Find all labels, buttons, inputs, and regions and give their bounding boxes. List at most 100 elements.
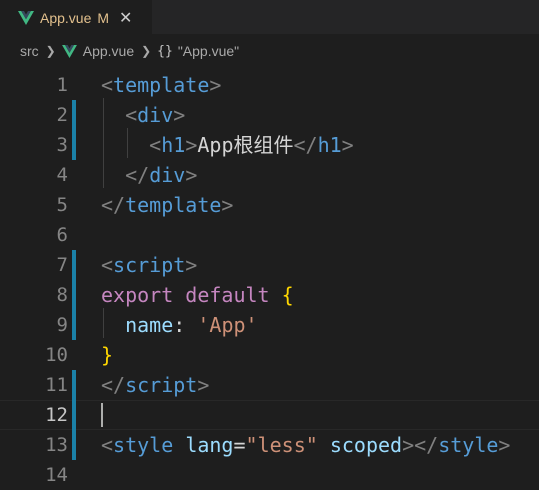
code-line[interactable]: 5 </template> bbox=[0, 190, 539, 220]
tab-title: App.vue bbox=[40, 10, 92, 26]
code-text: <style lang="less" scoped></style> bbox=[101, 430, 510, 460]
code-token: < bbox=[101, 253, 114, 277]
git-change-marker[interactable] bbox=[72, 370, 76, 400]
breadcrumb: src ❯ App.vue ❯ {} "App.vue" bbox=[0, 34, 539, 68]
vue-icon bbox=[18, 11, 34, 25]
line-number: 13 bbox=[45, 434, 68, 456]
code-token: > bbox=[197, 373, 210, 397]
line-number: 9 bbox=[56, 314, 68, 336]
line-number: 11 bbox=[45, 374, 68, 396]
code-token: > bbox=[173, 103, 186, 127]
code-line[interactable]: 2 <div> bbox=[0, 100, 539, 130]
vue-icon bbox=[61, 44, 77, 58]
git-change-marker[interactable] bbox=[72, 430, 76, 460]
code-text: </script> bbox=[101, 370, 209, 400]
code-text: <h1>App根组件</h1> bbox=[101, 130, 354, 160]
git-change-marker[interactable] bbox=[72, 280, 76, 310]
code-token: </ bbox=[101, 193, 126, 217]
line-number: 5 bbox=[56, 194, 68, 216]
code-token: script bbox=[125, 373, 198, 397]
code-text: } bbox=[101, 340, 113, 370]
code-token: template bbox=[113, 73, 210, 97]
line-number: 6 bbox=[56, 224, 68, 246]
code-text: </div> bbox=[101, 160, 197, 190]
code-text: <template> bbox=[101, 70, 221, 100]
code-token: div bbox=[149, 163, 186, 187]
code-line[interactable]: 4 </div> bbox=[0, 160, 539, 190]
code-line[interactable]: 1 <template> bbox=[0, 70, 539, 100]
code-text: export default { bbox=[101, 280, 294, 310]
line-number: 3 bbox=[56, 134, 68, 156]
line-number: 2 bbox=[56, 104, 68, 126]
breadcrumb-folder[interactable]: src bbox=[20, 43, 39, 59]
code-token: scoped bbox=[329, 433, 403, 457]
code-token: } bbox=[101, 343, 114, 367]
code-line[interactable]: 8 export default { bbox=[0, 280, 539, 310]
code-line[interactable]: 7 <script> bbox=[0, 250, 539, 280]
code-line[interactable]: 14 bbox=[0, 460, 539, 490]
code-line[interactable]: 11 </script> bbox=[0, 370, 539, 400]
tab-bar: App.vue M ✕ bbox=[0, 0, 539, 35]
line-number: 7 bbox=[56, 254, 68, 276]
code-token: > bbox=[341, 133, 354, 157]
code-token: > bbox=[498, 433, 511, 457]
git-change-marker[interactable] bbox=[72, 310, 76, 340]
code-line[interactable]: 12 bbox=[0, 400, 539, 430]
git-change-marker[interactable] bbox=[72, 100, 76, 130]
code-token: h1 bbox=[161, 133, 186, 157]
code-token: App根组件 bbox=[197, 133, 294, 157]
code-line[interactable]: 6 bbox=[0, 220, 539, 250]
line-number: 14 bbox=[45, 464, 68, 486]
code-token: > bbox=[209, 73, 222, 97]
code-token: > bbox=[185, 253, 198, 277]
line-number: 4 bbox=[56, 164, 68, 186]
code-line[interactable]: 10} bbox=[0, 340, 539, 370]
breadcrumb-symbol-label: "App.vue" bbox=[177, 43, 240, 59]
line-number: 12 bbox=[45, 404, 68, 426]
code-editor[interactable]: 1 <template> 2 <div> 3 <h1>App根组件</h1> 4 </d… bbox=[0, 68, 539, 486]
git-change-marker[interactable] bbox=[72, 130, 76, 160]
modified-badge: M bbox=[97, 10, 110, 26]
code-token: > bbox=[185, 163, 198, 187]
close-icon[interactable]: ✕ bbox=[119, 10, 132, 26]
git-change-marker[interactable] bbox=[72, 400, 76, 430]
code-token: lang bbox=[185, 433, 234, 457]
code-token: "less" bbox=[245, 433, 318, 457]
tab-app-vue[interactable]: App.vue M ✕ bbox=[0, 0, 152, 35]
line-number: 10 bbox=[45, 344, 68, 366]
code-token: </ bbox=[125, 163, 150, 187]
code-token: h1 bbox=[317, 133, 342, 157]
chevron-right-icon: ❯ bbox=[45, 44, 56, 58]
code-line[interactable]: 3 <h1>App根组件</h1> bbox=[0, 130, 539, 160]
code-token: style bbox=[113, 433, 174, 457]
code-text: </template> bbox=[101, 190, 233, 220]
code-token: < bbox=[149, 133, 162, 157]
code-token: div bbox=[137, 103, 174, 127]
code-token: < bbox=[125, 103, 138, 127]
code-line[interactable]: 9 name: 'App' bbox=[0, 310, 539, 340]
code-token: name bbox=[125, 313, 174, 337]
code-token: : bbox=[173, 313, 198, 337]
code-text: <div> bbox=[101, 100, 185, 130]
code-text: <script> bbox=[101, 250, 197, 280]
breadcrumb-symbol[interactable]: {} "App.vue" bbox=[157, 43, 239, 59]
code-line[interactable]: 13 <style lang="less" scoped></style> bbox=[0, 430, 539, 460]
code-token: script bbox=[113, 253, 186, 277]
code-token: ></ bbox=[402, 433, 439, 457]
text-cursor bbox=[101, 403, 103, 427]
git-change-marker[interactable] bbox=[72, 250, 76, 280]
breadcrumb-file[interactable]: App.vue bbox=[61, 43, 135, 59]
braces-icon: {} bbox=[157, 43, 173, 59]
line-number: 1 bbox=[56, 74, 68, 96]
breadcrumb-file-label: App.vue bbox=[82, 43, 135, 59]
code-token: < bbox=[101, 433, 114, 457]
code-token: export bbox=[101, 283, 174, 307]
